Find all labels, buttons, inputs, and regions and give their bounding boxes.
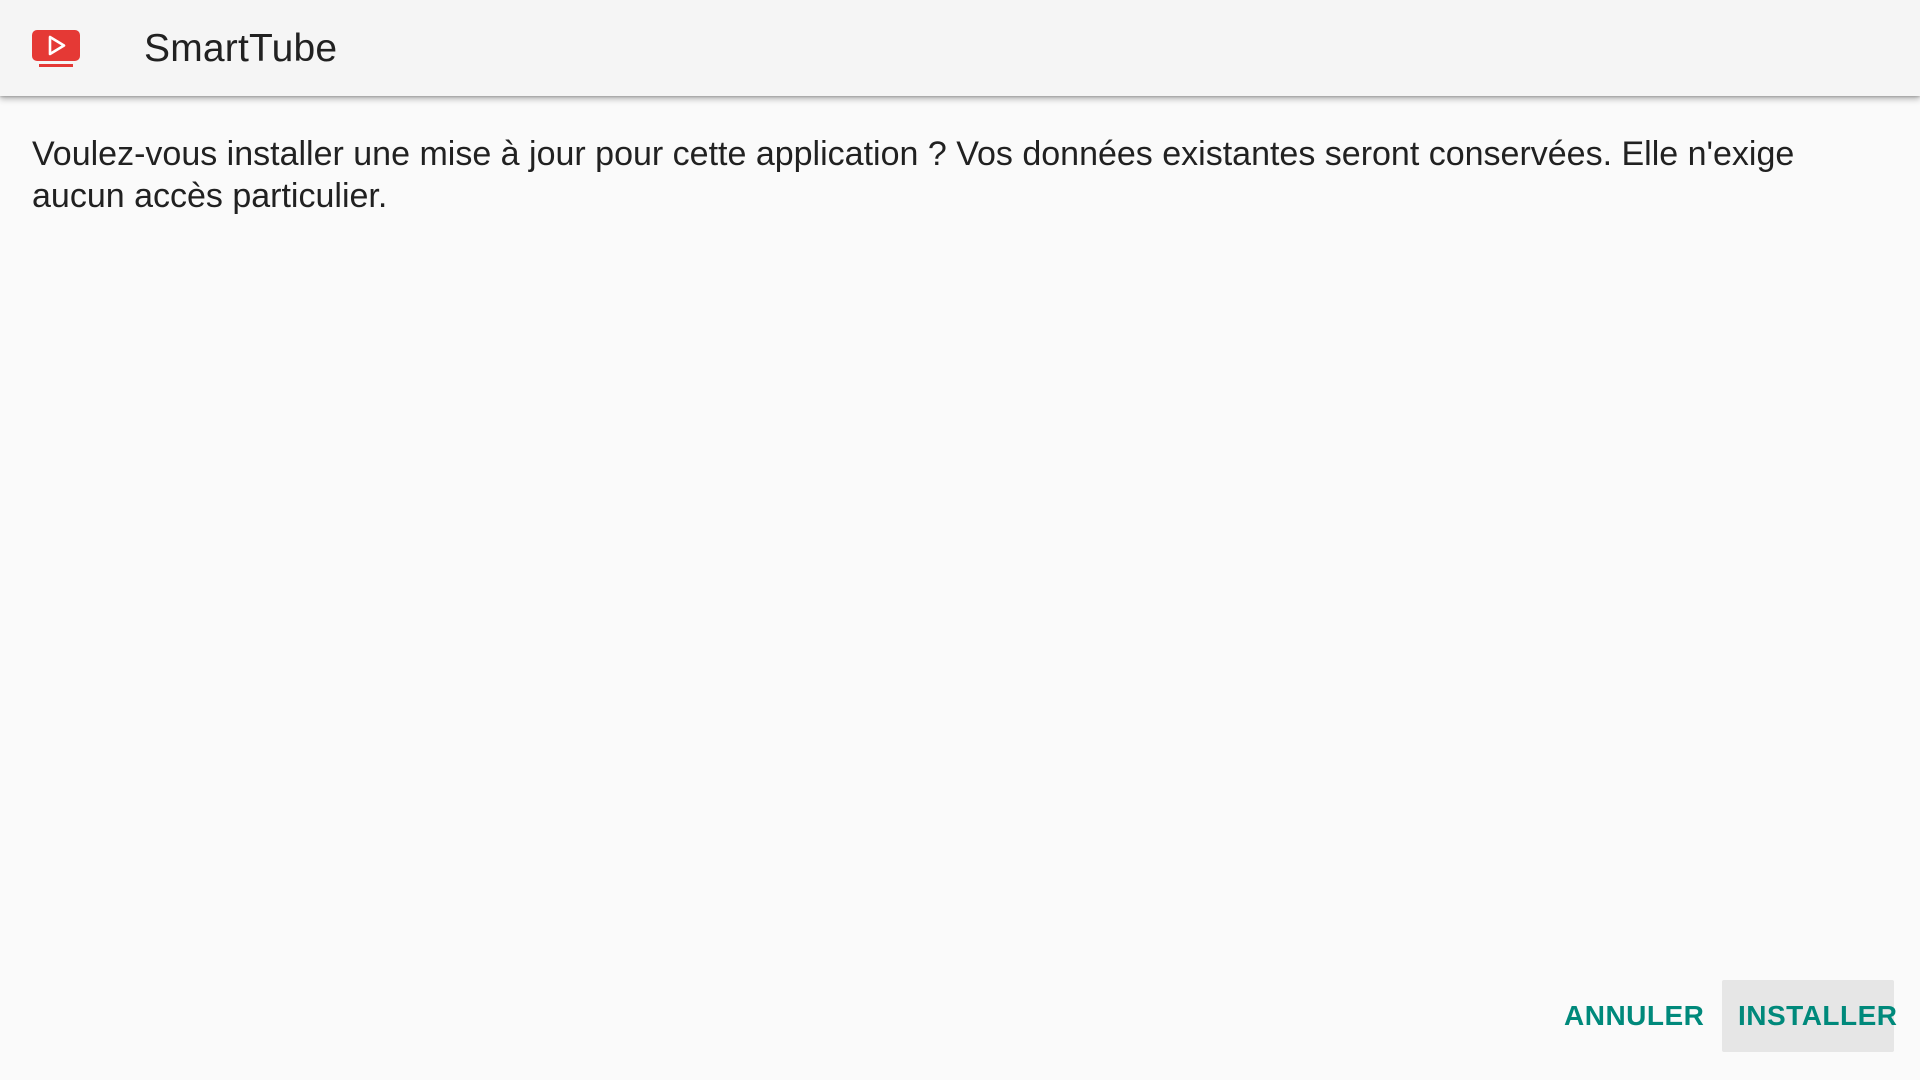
cancel-button[interactable]: ANNULER <box>1548 980 1706 1052</box>
app-header: SmartTube <box>0 0 1920 96</box>
smarttube-icon <box>31 29 81 69</box>
install-button[interactable]: INSTALLER <box>1722 980 1897 1052</box>
app-title: SmartTube <box>144 27 338 70</box>
installer-dialog: SmartTube Voulez-vous installer une mise… <box>0 0 1920 1080</box>
update-message: Voulez-vous installer une mise à jour po… <box>32 135 1795 215</box>
